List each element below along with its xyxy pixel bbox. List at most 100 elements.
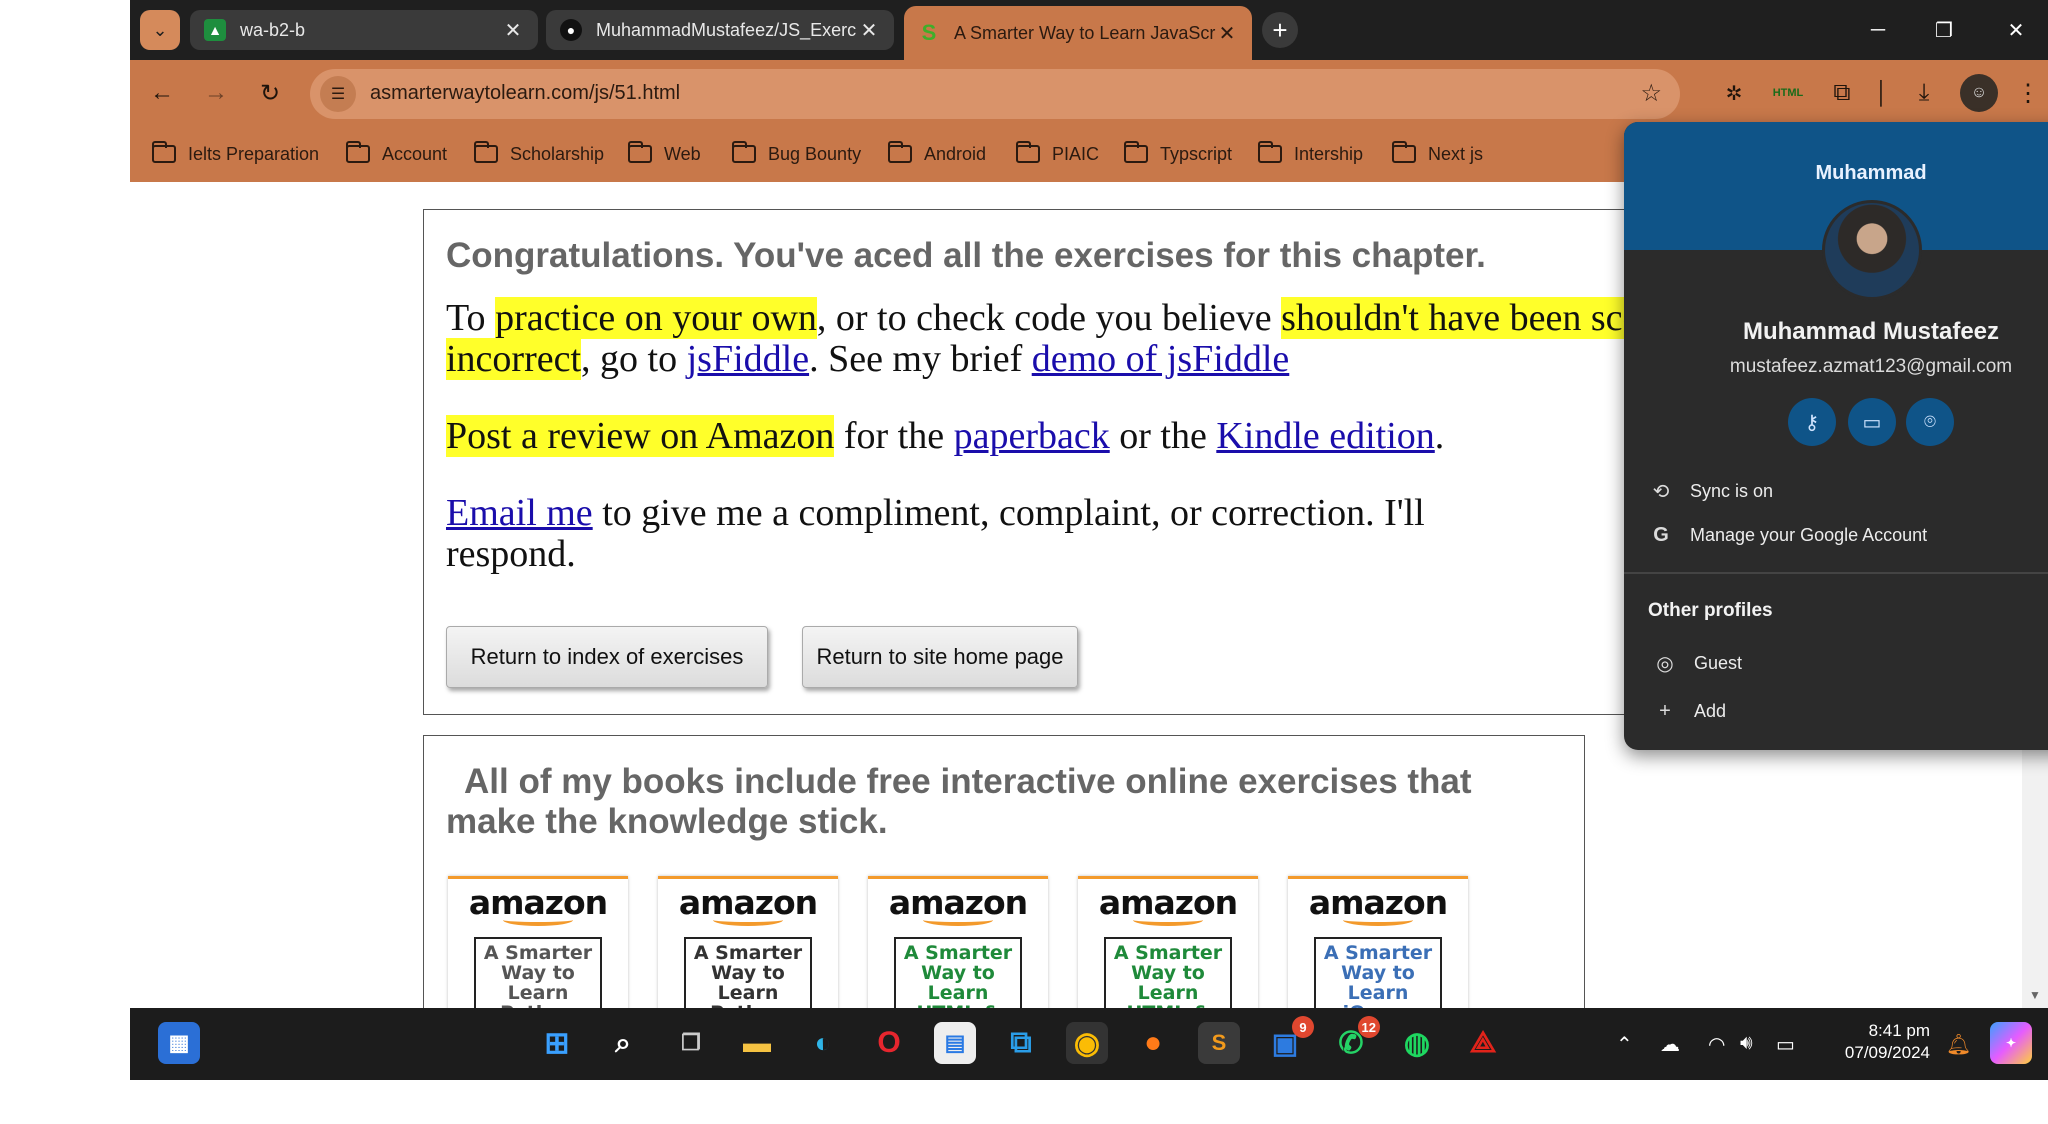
folder-icon [1016,141,1040,163]
add-profile-row[interactable]: + Add [1652,696,1726,726]
text: . [1434,415,1445,457]
books-box: All of my books include free interactive… [423,735,1585,1010]
vscode-icon[interactable]: ⧉ [1000,1022,1042,1064]
close-tab-icon[interactable]: ✕ [502,18,524,43]
menu-divider [1624,572,2048,574]
html-extension-icon[interactable]: HTML [1770,75,1806,111]
highlight: practice on your own [495,297,817,339]
close-window-icon[interactable]: ✕ [1996,12,2036,48]
task-view-icon[interactable]: ❐ [670,1022,712,1064]
email-me-link[interactable]: Email me [446,492,593,534]
profile-avatar [1822,200,1922,300]
folder-icon [1124,141,1148,163]
url-text[interactable]: asmarterwaytolearn.com/js/51.html [370,82,680,105]
passwords-key-icon[interactable]: ⚷ [1788,398,1836,446]
tab-wa-b2-b[interactable]: ▲ wa-b2-b ✕ [190,10,538,50]
search-icon[interactable]: ⌕ [602,1022,644,1064]
copilot-icon[interactable]: ✦ [1990,1022,2032,1064]
tab-search-chevron-icon[interactable]: ⌄ [140,10,180,50]
google-g-icon: G [1653,523,1669,546]
bookmark-folder[interactable]: Typscript [1124,140,1232,168]
book-card[interactable]: amazon A Smarter Way to Learn HTML & CSS [868,876,1048,1010]
review-paragraph: Post a review on Amazon for the paperbac… [446,415,1700,457]
edge-icon[interactable]: ◐ [802,1022,844,1064]
volume-icon[interactable]: 🔊︎ [1740,1032,1753,1055]
bookmark-folder[interactable]: Intership [1258,140,1363,168]
kindle-edition-link[interactable]: Kindle edition [1216,415,1434,457]
book-card[interactable]: amazon A Smarter Way to Learn jQuery [1288,876,1468,1010]
book-card[interactable]: amazon A Smarter Way to Learn Python [658,876,838,1010]
downloads-icon[interactable]: ⤓ [1906,75,1942,111]
sync-label: Sync is on [1690,480,1774,501]
site-info-icon[interactable]: ☰ [320,76,356,112]
bookmark-folder[interactable]: PIAIC [1016,140,1099,168]
chrome-menu-icon[interactable]: ⋮ [2010,75,2046,111]
spotify-icon[interactable]: ◍ [1396,1022,1438,1064]
guest-profile-row[interactable]: ◎ Guest [1652,648,1742,678]
new-tab-button[interactable]: + [1262,12,1298,48]
acrobat-icon[interactable]: ⟁ [1462,1022,1504,1064]
tab-title: wa-b2-b [240,19,306,40]
manage-account-row[interactable]: G Manage your Google Account [1648,520,1927,550]
widgets-icon[interactable]: ▦ [158,1022,200,1064]
teams-icon[interactable]: ▣ 9 [1264,1016,1314,1064]
bookmark-folder[interactable]: Web [628,140,701,168]
battery-icon[interactable]: ▭ [1776,1032,1795,1057]
book-card[interactable]: amazon A Smarter Way to Learn HTML & CSS [1078,876,1258,1010]
show-hidden-icons-chevron[interactable]: ⌃ [1616,1032,1633,1057]
bookmark-label: Scholarship [510,143,605,164]
bookmark-folder[interactable]: Bug Bounty [732,140,861,168]
minimize-icon[interactable]: ─ [1858,12,1898,48]
bookmark-folder[interactable]: Scholarship [474,140,604,168]
windows-start-icon[interactable]: ⊞ [536,1022,578,1064]
whatsapp-icon[interactable]: ✆ 12 [1330,1016,1380,1064]
extension-bug-icon[interactable]: ✲ [1716,75,1752,111]
bookmark-folder[interactable]: Android [888,140,986,168]
chrome-icon[interactable]: ◉ [1066,1022,1108,1064]
github-icon: ● [560,19,582,41]
bookmark-folder[interactable]: Account [346,140,447,168]
sync-row[interactable]: ⟲ Sync is on [1648,476,1773,506]
jsfiddle-demo-link[interactable]: demo of jsFiddle [1032,338,1290,380]
notification-bell-icon[interactable]: 🔔︎ [1946,1032,1971,1057]
close-tab-icon[interactable]: ✕ [858,18,880,43]
restore-icon[interactable]: ❐ [1924,12,1964,48]
firefox-icon[interactable]: ● [1132,1022,1174,1064]
extensions-puzzle-icon[interactable]: ⧉ [1824,75,1860,111]
text: , go to [581,338,687,380]
scroll-down-icon[interactable]: ▼ [2028,988,2042,1002]
file-explorer-icon[interactable]: ▬ [736,1022,778,1064]
return-to-index-button[interactable]: Return to index of exercises [446,626,768,688]
address-bar[interactable]: ☰ asmarterwaytolearn.com/js/51.html ☆ [310,69,1680,119]
wifi-icon[interactable]: ◠ [1708,1032,1725,1057]
forward-icon[interactable]: → [198,75,234,111]
books-heading: All of my books include free interactive… [446,762,1472,841]
microsoft-store-icon[interactable]: ▤ [934,1022,976,1064]
tab-github[interactable]: ● MuhammadMustafeez/JS_Exerc ✕ [546,10,894,50]
payment-card-icon[interactable]: ▭ [1848,398,1896,446]
system-clock[interactable]: 8:41 pm 07/09/2024 [1820,1020,1930,1064]
bookmark-star-icon[interactable]: ☆ [1640,79,1662,108]
close-tab-icon[interactable]: ✕ [1216,21,1238,46]
bookmark-label: Typscript [1160,143,1233,164]
sublime-text-icon[interactable]: S [1198,1022,1240,1064]
return-to-home-button[interactable]: Return to site home page [802,626,1078,688]
book-card[interactable]: amazon A Smarter Way to Learn Python [448,876,628,1010]
browser-toolbar: ← → ↻ ☰ asmarterwaytolearn.com/js/51.htm… [130,60,2048,126]
profile-avatar-button[interactable]: ☺ [1960,74,1998,112]
highlight: Post a review on Amazon [446,415,835,457]
back-icon[interactable]: ← [144,75,180,111]
text: to give me a compliment, complaint, or c… [446,492,1425,575]
opera-icon[interactable]: O [868,1022,910,1064]
bookmark-folder[interactable]: Ielts Preparation [152,140,319,168]
bookmark-label: Ielts Preparation [188,143,320,164]
paperback-link[interactable]: paperback [954,415,1110,457]
bookmark-folder[interactable]: Next js [1392,140,1483,168]
book-cover: A Smarter Way to Learn Python [474,937,602,1010]
reload-icon[interactable]: ↻ [252,75,288,111]
addresses-location-icon[interactable]: ⌾ [1906,398,1954,446]
clock-date: 07/09/2024 [1844,1043,1930,1062]
onedrive-cloud-icon[interactable]: ☁ [1660,1032,1680,1057]
jsfiddle-link[interactable]: jsFiddle [687,338,809,380]
tab-smarter-way[interactable]: S A Smarter Way to Learn JavaScr ✕ [904,6,1252,60]
